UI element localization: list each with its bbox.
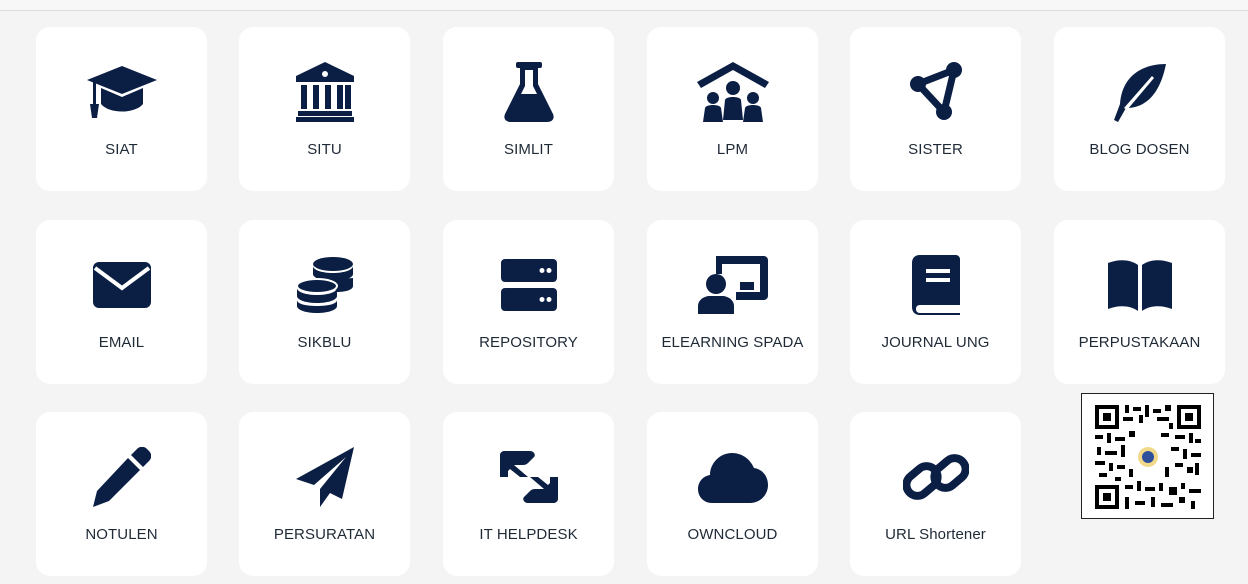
server-icon xyxy=(493,254,565,316)
tile-persuratan[interactable]: PERSURATAN xyxy=(239,412,410,576)
flask-icon xyxy=(493,61,565,123)
tile-simlit[interactable]: SIMLIT xyxy=(443,27,614,191)
qr-code xyxy=(1081,393,1214,519)
tile-sister[interactable]: SISTER xyxy=(850,27,1021,191)
tile-label: JOURNAL UNG xyxy=(881,334,990,351)
tile-label: NOTULEN xyxy=(85,526,158,543)
app-launcher-grid: SIAT SITU SIMLIT LPM SISTER BLOG DOSEN E… xyxy=(0,0,1248,584)
tile-label: SIMLIT xyxy=(504,141,553,158)
chalkboard-user-icon xyxy=(697,254,769,316)
book-open-icon xyxy=(1104,254,1176,316)
tile-email[interactable]: EMAIL xyxy=(36,220,207,384)
feather-icon xyxy=(1104,61,1176,123)
tile-label: OWNCLOUD xyxy=(687,526,778,543)
link-icon xyxy=(900,446,972,508)
tile-label: SIAT xyxy=(105,141,138,158)
tile-blog-dosen[interactable]: BLOG DOSEN xyxy=(1054,27,1225,191)
handshake-icon xyxy=(493,446,565,508)
building-columns-icon xyxy=(289,61,361,123)
tile-journal-ung[interactable]: JOURNAL UNG xyxy=(850,220,1021,384)
tile-label: REPOSITORY xyxy=(479,334,578,351)
tile-label: EMAIL xyxy=(98,334,145,351)
tile-situ[interactable]: SITU xyxy=(239,27,410,191)
tile-label: BLOG DOSEN xyxy=(1089,141,1190,158)
tile-sikblu[interactable]: SIKBLU xyxy=(239,220,410,384)
share-nodes-icon xyxy=(900,61,972,123)
tile-label: URL Shortener xyxy=(885,526,986,543)
coins-icon xyxy=(289,254,361,316)
tile-notulen[interactable]: NOTULEN xyxy=(36,412,207,576)
envelope-icon xyxy=(86,254,158,316)
tile-elearning-spada[interactable]: ELEARNING SPADA xyxy=(647,220,818,384)
tile-perpustakaan[interactable]: PERPUSTAKAAN xyxy=(1054,220,1225,384)
tile-label: PERPUSTAKAAN xyxy=(1078,334,1201,351)
tile-repository[interactable]: REPOSITORY xyxy=(443,220,614,384)
qr-code-icon xyxy=(1095,405,1201,509)
tile-label: PERSURATAN xyxy=(273,526,376,543)
paper-plane-icon xyxy=(289,446,361,508)
tile-label: LPM xyxy=(716,141,749,158)
tile-label: SIKBLU xyxy=(297,334,352,351)
tile-label: SITU xyxy=(307,141,342,158)
tile-lpm[interactable]: LPM xyxy=(647,27,818,191)
tile-siat[interactable]: SIAT xyxy=(36,27,207,191)
graduation-cap-icon xyxy=(86,61,158,123)
tile-it-helpdesk[interactable]: IT HELPDESK xyxy=(443,412,614,576)
tile-label: IT HELPDESK xyxy=(479,526,578,543)
people-roof-icon xyxy=(696,61,769,123)
tile-url-shortener[interactable]: URL Shortener xyxy=(850,412,1021,576)
tile-label: ELEARNING SPADA xyxy=(661,334,804,351)
tile-owncloud[interactable]: OWNCLOUD xyxy=(647,412,818,576)
pencil-icon xyxy=(86,446,158,508)
tile-label: SISTER xyxy=(908,141,963,158)
book-icon xyxy=(900,254,972,316)
cloud-icon xyxy=(697,446,769,508)
